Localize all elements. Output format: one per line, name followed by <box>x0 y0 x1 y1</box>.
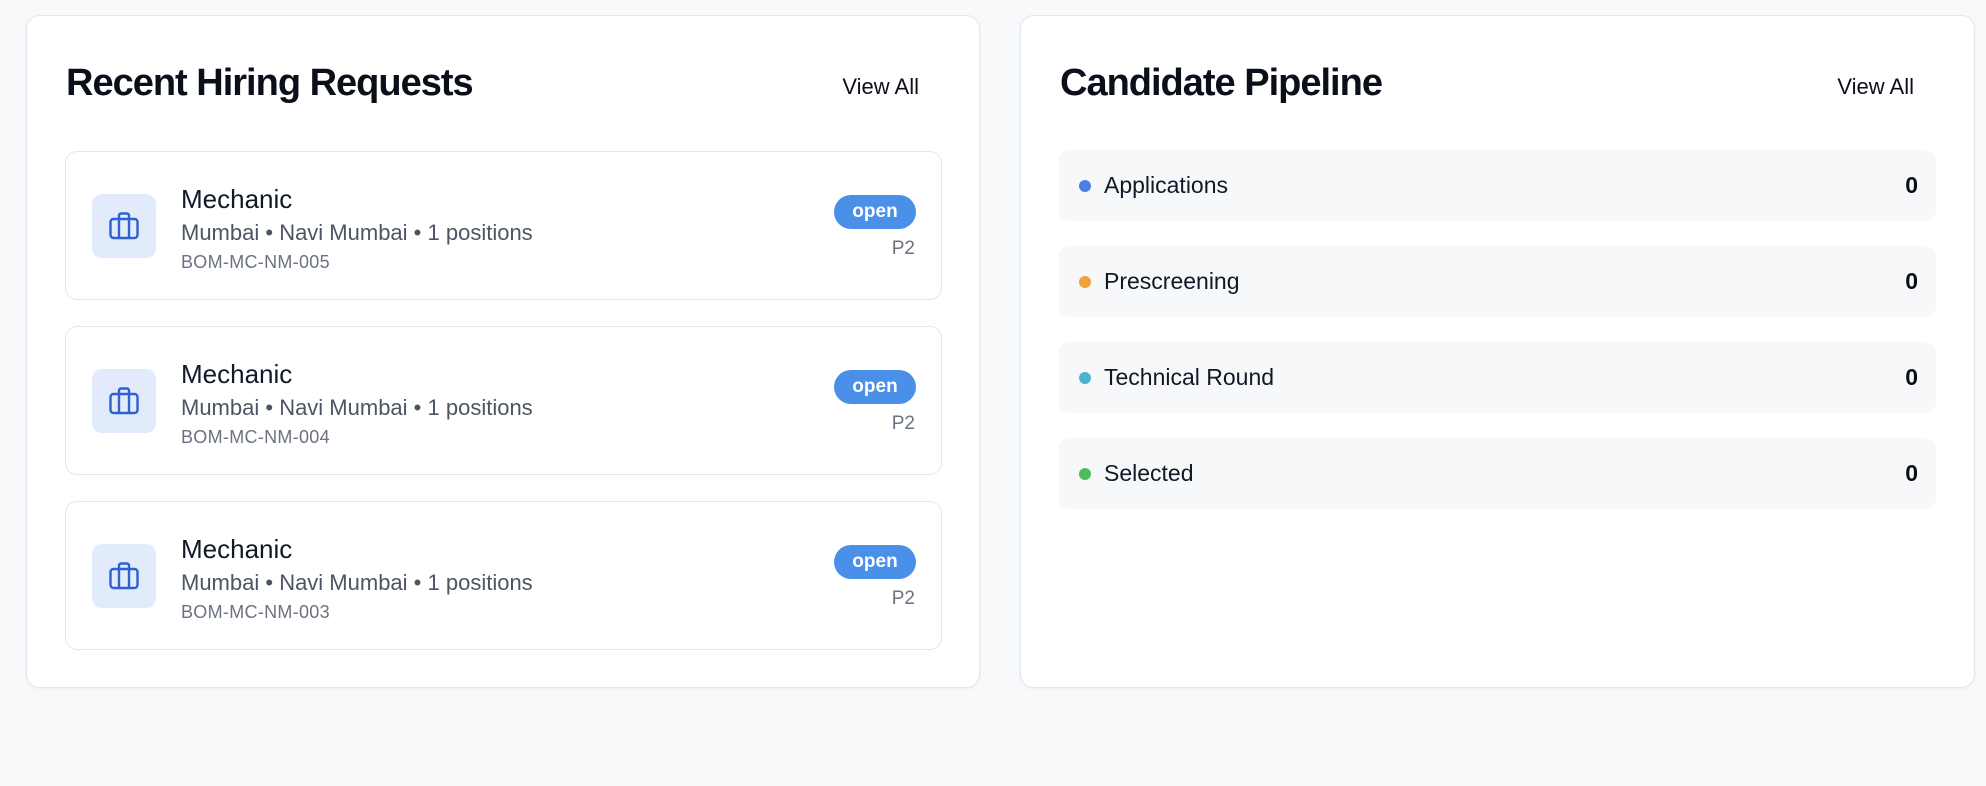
status-dot-icon <box>1079 468 1091 480</box>
status-badge: open <box>834 195 916 229</box>
request-meta: Mumbai • Navi Mumbai • 1 positions <box>181 395 533 420</box>
priority-label: P2 <box>891 413 915 434</box>
candidate-pipeline-title: Candidate Pipeline <box>1060 62 1383 104</box>
priority-label: P2 <box>891 588 915 609</box>
hiring-view-all-button[interactable]: View All <box>838 68 923 106</box>
request-meta: Mumbai • Navi Mumbai • 1 positions <box>181 570 533 595</box>
pipeline-stage-selected: Selected 0 <box>1059 438 1936 509</box>
stage-label: Technical Round <box>1104 364 1275 390</box>
stage-count: 0 <box>1905 172 1918 198</box>
request-positions: 1 positions <box>427 570 533 595</box>
pipeline-stage-applications: Applications 0 <box>1059 150 1936 221</box>
hiring-request-item[interactable]: Mechanic Mumbai • Navi Mumbai • 1 positi… <box>65 326 942 475</box>
request-location: Mumbai <box>181 220 260 245</box>
request-area: Navi Mumbai <box>279 395 408 420</box>
briefcase-icon <box>92 194 156 258</box>
request-title: Mechanic <box>181 534 293 564</box>
status-dot-icon <box>1079 276 1091 288</box>
request-area: Navi Mumbai <box>279 220 408 245</box>
request-code: BOM-MC-NM-003 <box>181 602 330 622</box>
hiring-request-item[interactable]: Mechanic Mumbai • Navi Mumbai • 1 positi… <box>65 151 942 300</box>
request-location: Mumbai <box>181 395 260 420</box>
hiring-request-item[interactable]: Mechanic Mumbai • Navi Mumbai • 1 positi… <box>65 501 942 650</box>
recent-hiring-requests-title: Recent Hiring Requests <box>66 62 474 104</box>
stage-label: Selected <box>1104 460 1194 486</box>
pipeline-stage-technical-round: Technical Round 0 <box>1059 342 1936 413</box>
briefcase-icon <box>92 544 156 608</box>
status-badge: open <box>834 370 916 404</box>
request-code: BOM-MC-NM-004 <box>181 427 330 447</box>
request-code: BOM-MC-NM-005 <box>181 252 330 272</box>
stage-label: Applications <box>1104 172 1229 198</box>
status-dot-icon <box>1079 180 1091 192</box>
request-title: Mechanic <box>181 184 293 214</box>
request-positions: 1 positions <box>427 395 533 420</box>
stage-label: Prescreening <box>1104 268 1240 294</box>
pipeline-stage-prescreening: Prescreening 0 <box>1059 246 1936 317</box>
request-meta: Mumbai • Navi Mumbai • 1 positions <box>181 220 533 245</box>
briefcase-icon <box>92 369 156 433</box>
pipeline-view-all-button[interactable]: View All <box>1833 68 1918 106</box>
request-title: Mechanic <box>181 359 293 389</box>
stage-count: 0 <box>1905 460 1918 486</box>
stage-count: 0 <box>1905 364 1918 390</box>
stage-count: 0 <box>1905 268 1918 294</box>
request-location: Mumbai <box>181 570 260 595</box>
priority-label: P2 <box>891 238 915 259</box>
status-badge: open <box>834 545 916 579</box>
candidate-pipeline-card: Candidate Pipeline View All Applications… <box>1020 15 1975 688</box>
request-positions: 1 positions <box>427 220 533 245</box>
request-area: Navi Mumbai <box>279 570 408 595</box>
recent-hiring-requests-card: Recent Hiring Requests View All Mechanic… <box>26 15 980 688</box>
status-dot-icon <box>1079 372 1091 384</box>
